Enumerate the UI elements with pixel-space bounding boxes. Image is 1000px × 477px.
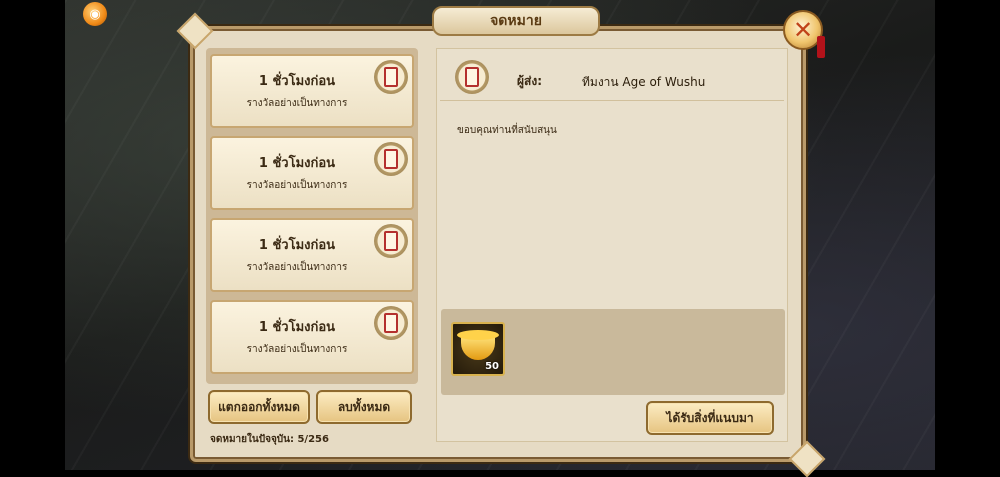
tassel-decoration — [817, 36, 825, 58]
delete-all-button[interactable]: ลบทั้งหมด — [316, 390, 412, 424]
mail-count: จดหมายในปัจจุบัน: 5/256 — [210, 434, 329, 445]
sender-label: ผู้ส่ง: — [517, 74, 543, 88]
mail-item-subject: รางวัลอย่างเป็นทางการ — [246, 262, 348, 273]
scroll-letter-icon — [374, 306, 408, 340]
scroll-letter-icon — [374, 142, 408, 176]
mail-item-time: 1 ชั่วโมงก่อน — [258, 74, 336, 89]
mail-body: ขอบคุณท่านที่สนับสนุน — [457, 125, 557, 136]
scroll-letter-icon — [374, 60, 408, 94]
claim-all-button[interactable]: แตกออกทั้งหมด — [208, 390, 310, 424]
gold-ingot-icon — [457, 330, 499, 360]
mail-list-item[interactable]: 1 ชั่วโมงก่อน รางวัลอย่างเป็นทางการ — [210, 218, 414, 292]
mail-item-subject: รางวัลอย่างเป็นทางการ — [246, 98, 348, 109]
mail-list-item[interactable]: 1 ชั่วโมงก่อน รางวัลอย่างเป็นทางการ — [210, 300, 414, 374]
sender-name: ทีมงาน Age of Wushu — [582, 75, 706, 89]
mail-item-time: 1 ชั่วโมงก่อน — [258, 320, 336, 335]
mail-item-time: 1 ชั่วโมงก่อน — [258, 156, 336, 171]
attachment-slot[interactable]: 50 — [451, 322, 505, 376]
claim-attachment-button[interactable]: ได้รับสิ่งที่แนบมา — [646, 401, 774, 435]
mail-item-subject: รางวัลอย่างเป็นทางการ — [246, 180, 348, 191]
mail-item-subject: รางวัลอย่างเป็นทางการ — [246, 344, 348, 355]
attachment-quantity: 50 — [485, 361, 499, 372]
mail-list-item[interactable]: 1 ชั่วโมงก่อน รางวัลอย่างเป็นทางการ — [210, 54, 414, 128]
scroll-letter-icon — [374, 224, 408, 258]
mail-item-time: 1 ชั่วโมงก่อน — [258, 238, 336, 253]
menu-orb-icon[interactable]: ◉ — [83, 2, 107, 26]
scroll-letter-icon — [455, 60, 489, 94]
window-title: จดหมาย — [432, 6, 600, 36]
mail-list-item[interactable]: 1 ชั่วโมงก่อน รางวัลอย่างเป็นทางการ — [210, 136, 414, 210]
